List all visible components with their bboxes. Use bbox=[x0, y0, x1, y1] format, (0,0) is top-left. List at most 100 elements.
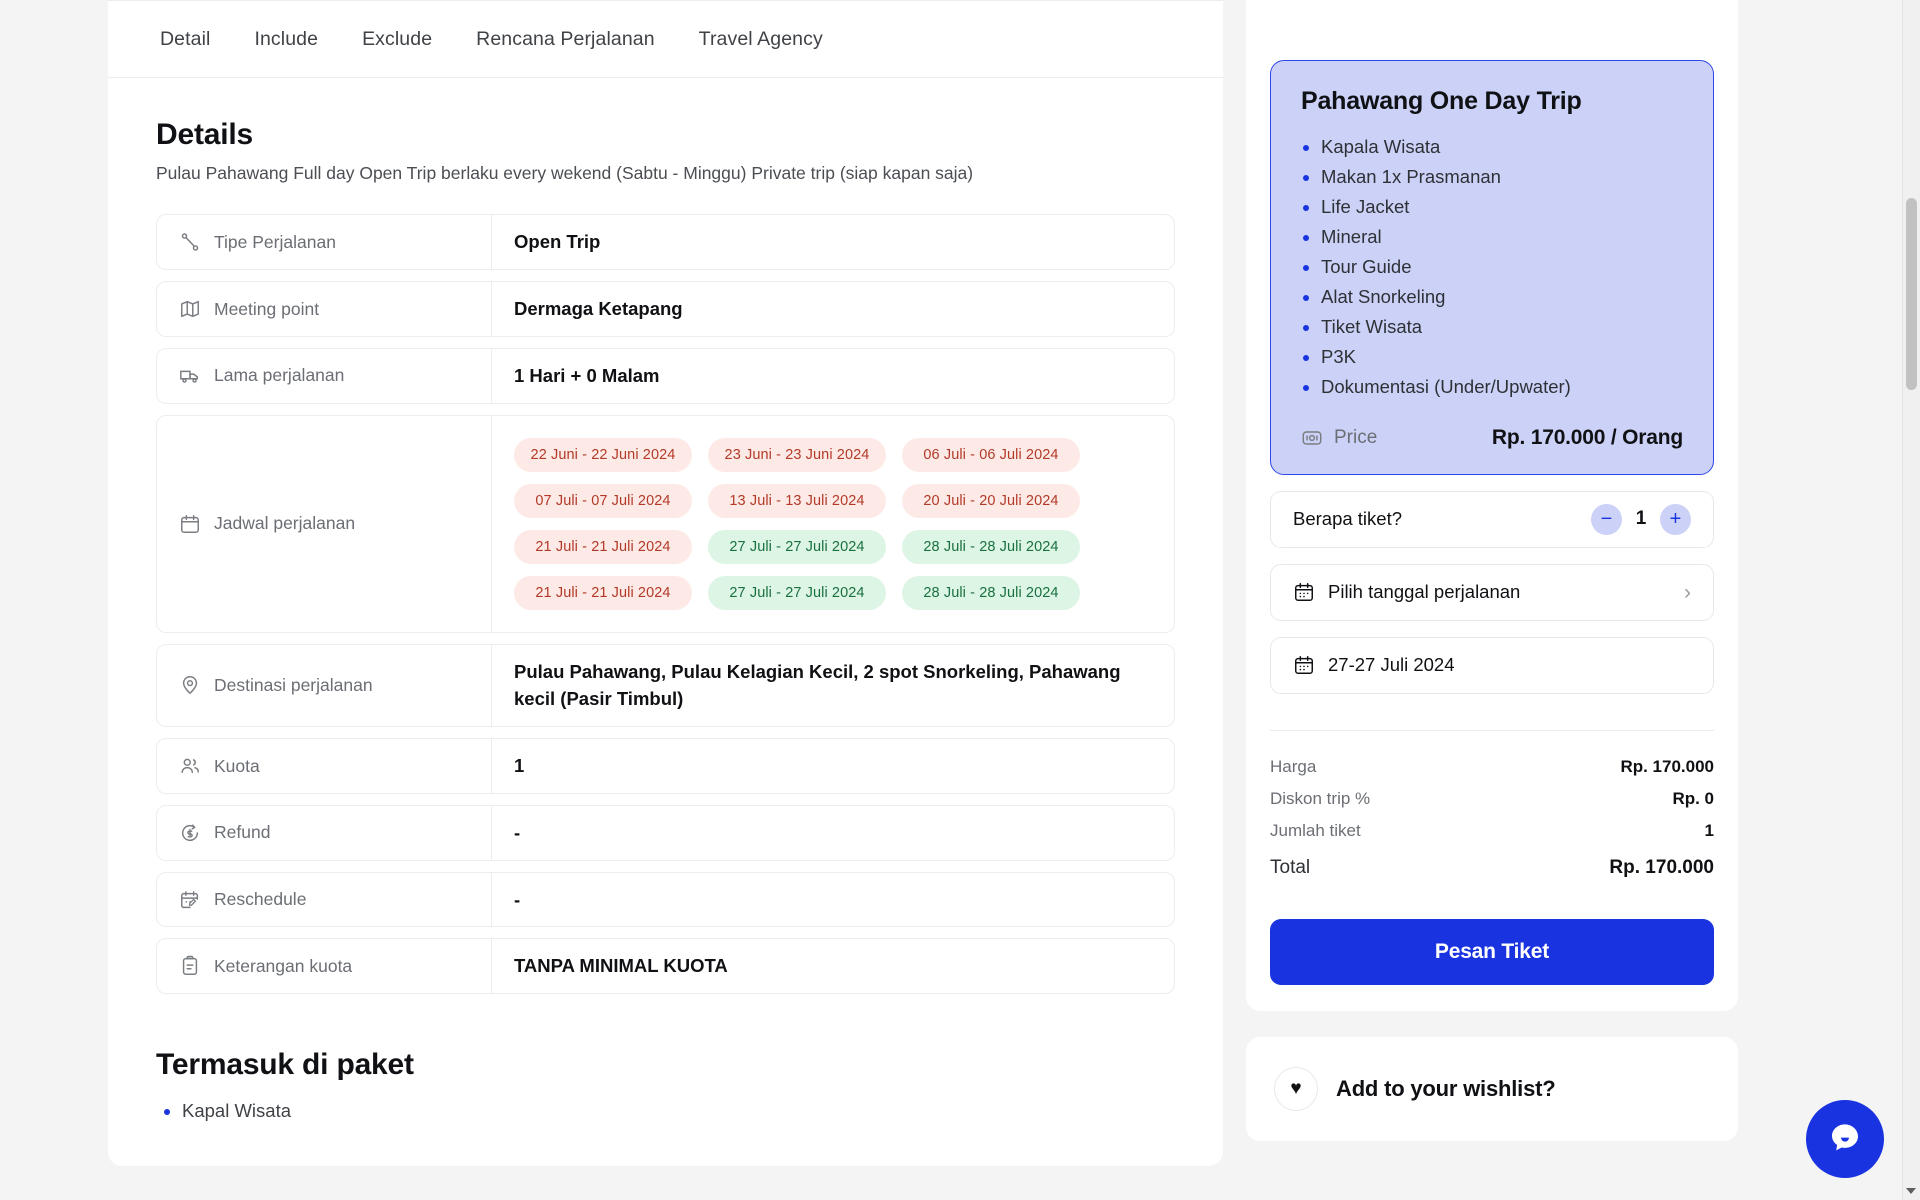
detail-label-text: Destinasi perjalanan bbox=[214, 674, 373, 695]
list-item: Makan 1x Prasmanan bbox=[1321, 162, 1683, 192]
users-icon bbox=[179, 755, 201, 777]
details-section: Details Pulau Pahawang Full day Open Tri… bbox=[108, 78, 1223, 1126]
detail-label-text: Lama perjalanan bbox=[214, 365, 345, 386]
detail-label-cell: Keterangan kuota bbox=[157, 939, 492, 994]
included-section-title: Termasuk di paket bbox=[156, 1048, 414, 1082]
clipboard-icon bbox=[179, 955, 201, 977]
detail-row-meeting-point: Meeting point Dermaga Ketapang bbox=[156, 281, 1175, 337]
tab-detail[interactable]: Detail bbox=[138, 0, 232, 78]
booking-sidebar: Pahawang One Day Trip Kapala Wisata Maka… bbox=[1246, 0, 1738, 1141]
product-detail-card: Detail Include Exclude Rencana Perjalana… bbox=[108, 0, 1223, 1166]
summary-total-key: Total bbox=[1270, 856, 1311, 878]
summary-row-harga: Harga Rp. 170.000 bbox=[1270, 757, 1714, 777]
list-item: Kapala Wisata bbox=[1321, 132, 1683, 162]
detail-row-destinasi-perjalanan: Destinasi perjalanan Pulau Pahawang, Pul… bbox=[156, 643, 1175, 728]
package-summary-box: Pahawang One Day Trip Kapala Wisata Maka… bbox=[1270, 60, 1714, 475]
detail-row-kuota: Kuota 1 bbox=[156, 738, 1175, 794]
page-scrollbar[interactable] bbox=[1902, 0, 1920, 1200]
included-section-list: Kapal Wisata bbox=[156, 1096, 1175, 1126]
schedule-chip[interactable]: 28 Juli - 28 Juli 2024 bbox=[902, 529, 1080, 564]
detail-row-keterangan-kuota: Keterangan kuota TANPA MINIMAL KUOTA bbox=[156, 938, 1175, 995]
package-price-row: Price Rp. 170.000 / Orang bbox=[1301, 426, 1683, 450]
detail-value-text: Pulau Pahawang, Pulau Kelagian Kecil, 2 … bbox=[514, 660, 1121, 710]
list-item: Tiket Wisata bbox=[1321, 312, 1683, 342]
schedule-chip[interactable]: 07 Juli - 07 Juli 2024 bbox=[514, 483, 692, 518]
tab-include[interactable]: Include bbox=[232, 0, 340, 78]
truck-icon bbox=[179, 365, 201, 387]
schedule-chip[interactable]: 06 Juli - 06 Juli 2024 bbox=[902, 437, 1080, 472]
package-price-label: Price bbox=[1334, 426, 1378, 448]
detail-label-cell: Refund bbox=[157, 805, 492, 860]
date-picker-button[interactable]: Pilih tanggal perjalanan › bbox=[1270, 563, 1714, 621]
ticket-count-value: 1 bbox=[1635, 508, 1647, 530]
page-root: Detail Include Exclude Rencana Perjalana… bbox=[0, 0, 1920, 1200]
scrollbar-down-arrow-icon[interactable] bbox=[1906, 1188, 1916, 1194]
list-item: P3K bbox=[1321, 342, 1683, 372]
schedule-chip[interactable]: 22 Juni - 22 Juni 2024 bbox=[514, 437, 692, 472]
schedule-chip[interactable]: 13 Juli - 13 Juli 2024 bbox=[708, 483, 886, 518]
schedule-chip[interactable]: 28 Juli - 28 Juli 2024 bbox=[902, 575, 1080, 610]
chat-bubble-glyph bbox=[1832, 1124, 1858, 1151]
detail-label-cell: Tipe Perjalanan bbox=[157, 215, 492, 270]
price-summary: Harga Rp. 170.000 Diskon trip % Rp. 0 Ju… bbox=[1270, 729, 1714, 879]
summary-value: Rp. 0 bbox=[1672, 788, 1714, 808]
detail-label-cell: Kuota bbox=[157, 739, 492, 793]
detail-value-text: - bbox=[514, 821, 521, 843]
scrollbar-thumb[interactable] bbox=[1906, 198, 1917, 390]
details-subtitle: Pulau Pahawang Full day Open Trip berlak… bbox=[156, 163, 974, 183]
detail-label-cell: Reschedule bbox=[157, 872, 492, 927]
detail-label-text: Meeting point bbox=[214, 298, 320, 319]
booking-card: Pahawang One Day Trip Kapala Wisata Maka… bbox=[1246, 0, 1738, 1011]
ticket-quantity-label: Berapa tiket? bbox=[1293, 508, 1403, 530]
schedule-chip[interactable]: 21 Juli - 21 Juli 2024 bbox=[514, 575, 692, 610]
heart-icon[interactable]: ♥ bbox=[1274, 1066, 1318, 1111]
list-item: Kapal Wisata bbox=[182, 1096, 1175, 1126]
summary-key: Harga bbox=[1270, 756, 1317, 776]
detail-value-text: TANPA MINIMAL KUOTA bbox=[514, 955, 728, 977]
list-item: Tour Guide bbox=[1321, 252, 1683, 282]
summary-row-total: Total Rp. 170.000 bbox=[1270, 857, 1714, 879]
selected-date-row[interactable]: 27-27 Juli 2024 bbox=[1270, 636, 1714, 694]
list-item: Life Jacket bbox=[1321, 192, 1683, 222]
package-price-label-group: Price bbox=[1301, 427, 1377, 449]
detail-label-cell: Destinasi perjalanan bbox=[157, 644, 492, 727]
detail-label-text: Keterangan kuota bbox=[214, 955, 353, 976]
chevron-right-icon: › bbox=[1684, 580, 1691, 604]
wishlist-label: Add to your wishlist? bbox=[1336, 1075, 1556, 1101]
summary-value: Rp. 170.000 bbox=[1620, 756, 1714, 776]
detail-value-text: - bbox=[514, 888, 521, 910]
schedule-chip[interactable]: 23 Juni - 23 Juni 2024 bbox=[708, 437, 886, 472]
refund-icon bbox=[179, 822, 201, 844]
detail-label-cell: Lama perjalanan bbox=[157, 348, 492, 403]
wishlist-card[interactable]: ♥ Add to your wishlist? bbox=[1246, 1036, 1738, 1141]
detail-value-text: 1 Hari + 0 Malam bbox=[514, 364, 660, 386]
decrement-ticket-button[interactable]: − bbox=[1591, 503, 1622, 535]
summary-key: Jumlah tiket bbox=[1270, 820, 1361, 840]
tab-travel-agency[interactable]: Travel Agency bbox=[677, 0, 845, 78]
package-price-value: Rp. 170.000 / Orang bbox=[1491, 425, 1683, 449]
pesan-tiket-button[interactable]: Pesan Tiket bbox=[1270, 918, 1714, 985]
detail-label-cell: Jadwal perjalanan bbox=[157, 415, 492, 632]
detail-label-text: Kuota bbox=[214, 755, 260, 776]
date-picker-placeholder: Pilih tanggal perjalanan bbox=[1328, 581, 1521, 603]
increment-ticket-button[interactable]: + bbox=[1660, 503, 1691, 535]
detail-value-text: Open Trip bbox=[514, 231, 601, 253]
detail-label-cell: Meeting point bbox=[157, 282, 492, 336]
schedule-chip[interactable]: 20 Juli - 20 Juli 2024 bbox=[902, 483, 1080, 518]
schedule-chip[interactable]: 27 Juli - 27 Juli 2024 bbox=[708, 575, 886, 610]
tab-rencana-perjalanan[interactable]: Rencana Perjalanan bbox=[454, 0, 677, 78]
ticket-quantity-row: Berapa tiket? − 1 + bbox=[1270, 490, 1714, 548]
schedule-chip[interactable]: 27 Juli - 27 Juli 2024 bbox=[708, 529, 886, 564]
detail-label-text: Jadwal perjalanan bbox=[214, 513, 356, 534]
tab-exclude[interactable]: Exclude bbox=[340, 0, 454, 78]
detail-row-jadwal-perjalanan: Jadwal perjalanan 22 Juni - 22 Juni 2024… bbox=[156, 414, 1175, 633]
detail-label-text: Refund bbox=[214, 822, 271, 843]
route-icon bbox=[179, 231, 201, 253]
schedule-chip[interactable]: 21 Juli - 21 Juli 2024 bbox=[514, 529, 692, 564]
calendar-edit-icon bbox=[179, 889, 201, 911]
page-title: Details bbox=[156, 118, 253, 151]
chat-bubble-icon[interactable] bbox=[1806, 1100, 1884, 1178]
money-icon bbox=[1301, 427, 1323, 449]
quantity-stepper: − 1 + bbox=[1591, 503, 1691, 535]
summary-row-diskon: Diskon trip % Rp. 0 bbox=[1270, 789, 1714, 809]
